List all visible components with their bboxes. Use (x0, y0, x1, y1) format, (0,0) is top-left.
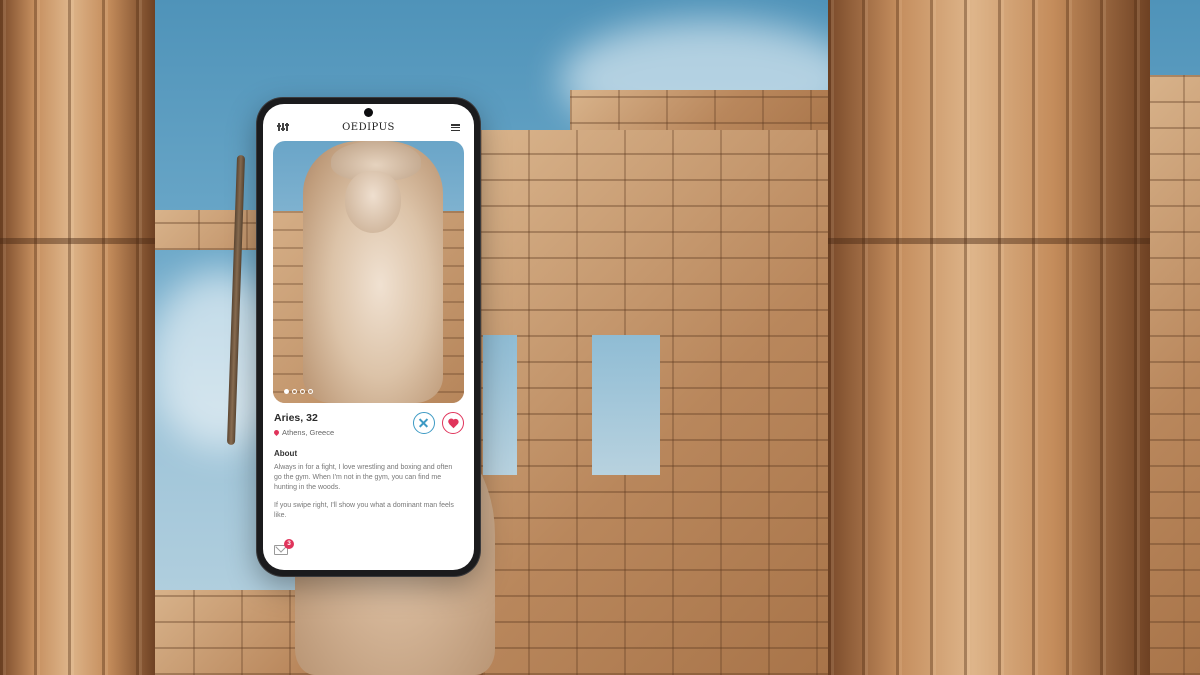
photo-statue-head (345, 171, 401, 233)
pagination-dot[interactable] (284, 389, 289, 394)
column-left (0, 0, 155, 675)
acropolis-background (0, 0, 1200, 675)
photo-pagination (284, 389, 313, 394)
profile-location: Athens, Greece (272, 428, 335, 437)
ruin-window (483, 335, 517, 475)
heart-icon (448, 419, 458, 428)
dislike-button[interactable] (413, 412, 435, 434)
phone-mockup: OEDIPUS Aries, 32 Athens, Greece About A… (257, 98, 480, 576)
pagination-dot[interactable] (308, 389, 313, 394)
about-paragraph: If you swipe right, I'll show you what a… (274, 502, 454, 520)
hamburger-menu-icon[interactable] (451, 124, 460, 132)
profile-name-age: Aries, 32 (274, 412, 318, 424)
column-right (828, 0, 1150, 675)
about-heading: About (274, 449, 298, 458)
profile-location-text: Athens, Greece (282, 428, 335, 437)
pagination-dot[interactable] (300, 389, 305, 394)
unread-badge: 3 (284, 539, 294, 549)
like-button[interactable] (442, 412, 464, 434)
app-screen: OEDIPUS Aries, 32 Athens, Greece About A… (263, 104, 474, 570)
pagination-dot[interactable] (292, 389, 297, 394)
app-logo: OEDIPUS (342, 122, 395, 133)
front-camera (364, 108, 373, 117)
map-pin-icon (272, 428, 281, 437)
ruin-window (592, 335, 660, 475)
profile-photo[interactable] (273, 141, 464, 403)
about-paragraph: Always in for a fight, I love wrestling … (274, 464, 453, 492)
